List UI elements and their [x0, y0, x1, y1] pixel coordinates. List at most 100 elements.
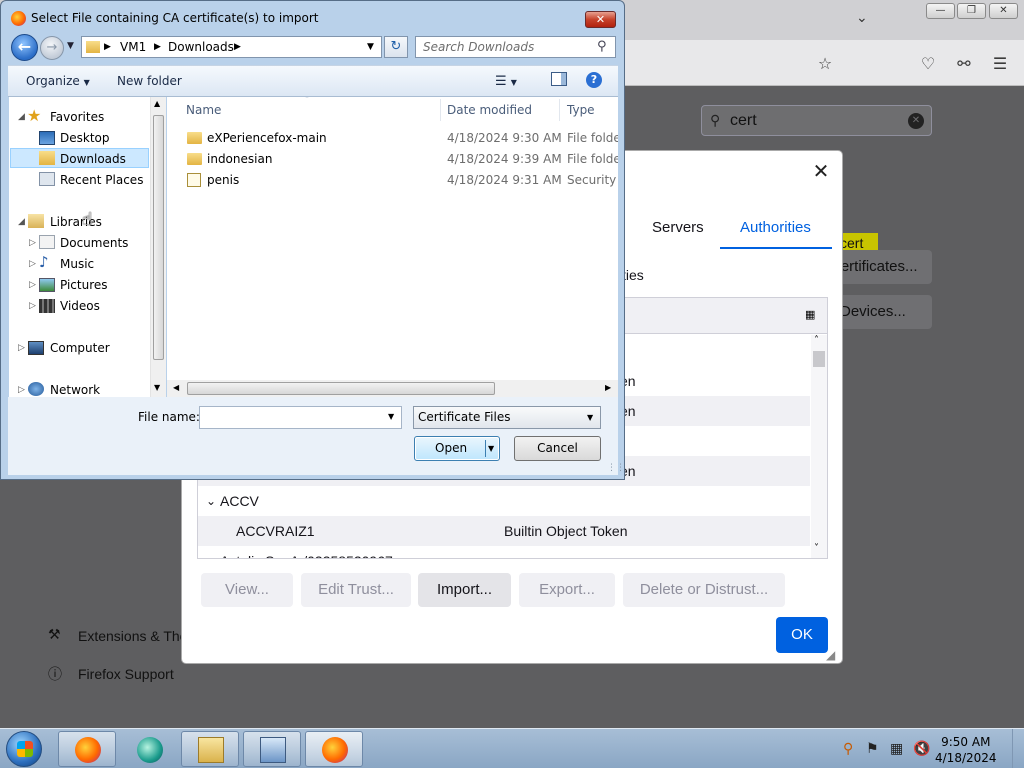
bookmark-star-icon[interactable]: ☆ — [815, 54, 835, 74]
taskbar-explorer-button[interactable] — [181, 731, 239, 767]
tree-scroll-thumb[interactable] — [813, 351, 825, 367]
edit-trust-button[interactable]: Edit Trust... — [301, 573, 411, 607]
taskbar-firefox-active-button[interactable] — [305, 731, 363, 767]
address-dropdown-icon[interactable]: ▼ — [367, 37, 374, 57]
breadcrumb-separator-icon[interactable]: ▶ — [104, 37, 111, 57]
column-divider[interactable] — [559, 99, 560, 121]
scroll-down-icon[interactable]: ▼ — [154, 383, 160, 392]
search-downloads-input[interactable]: Search Downloads ⚲ — [415, 36, 616, 58]
pocket-icon[interactable]: ♡ — [918, 54, 938, 74]
column-divider[interactable] — [440, 99, 441, 121]
tree-row[interactable]: ACCVRAIZ1 Builtin Object Token — [198, 516, 810, 546]
cert-manager-close-button[interactable]: ✕ — [810, 160, 832, 182]
file-type-dropdown-icon[interactable]: ▼ — [587, 407, 593, 428]
expand-network-icon[interactable]: ▷ — [18, 385, 25, 395]
nav-desktop[interactable]: Desktop — [60, 131, 110, 145]
scroll-left-icon[interactable]: ◀ — [173, 383, 179, 392]
forward-button[interactable]: → — [40, 36, 64, 60]
resize-grip-icon[interactable]: ◢ — [826, 648, 835, 662]
help-icon[interactable]: ? — [586, 72, 602, 88]
start-button[interactable] — [6, 731, 42, 767]
restore-button[interactable]: ❐ — [957, 3, 986, 19]
view-options-icon[interactable]: ☰ ▼ — [495, 74, 517, 89]
new-folder-button[interactable]: New folder — [117, 74, 182, 88]
preview-pane-icon[interactable] — [551, 72, 567, 86]
nav-documents[interactable]: Documents — [60, 236, 128, 250]
collapse-libraries-icon[interactable]: ◢ — [18, 217, 25, 227]
import-button[interactable]: Import... — [418, 573, 511, 607]
tab-authorities[interactable]: Authorities — [740, 219, 811, 236]
scroll-up-icon[interactable]: ▲ — [154, 99, 160, 108]
taskbar-app-button[interactable] — [120, 731, 178, 767]
file-list-hscrollbar[interactable]: ◀ ▶ — [167, 380, 618, 397]
nav-scroll-thumb[interactable] — [153, 115, 164, 360]
nav-videos[interactable]: Videos — [60, 299, 100, 313]
window-close-button[interactable]: ✕ — [989, 3, 1018, 19]
file-row[interactable]: penis 4/18/2024 9:31 AM Security C — [181, 172, 618, 190]
menu-icon[interactable]: ☰ — [990, 54, 1010, 74]
delete-distrust-button[interactable]: Delete or Distrust... — [623, 573, 785, 607]
tree-scrollbar[interactable]: ˄ ˅ — [811, 335, 827, 558]
extensions-icon[interactable]: ⚯ — [954, 54, 974, 74]
breadcrumb-separator-icon[interactable]: ▶ — [234, 37, 241, 57]
expand-music-icon[interactable]: ▷ — [29, 259, 36, 269]
nav-downloads[interactable]: Downloads — [60, 152, 126, 166]
address-bar[interactable]: ▶ VM1 ▶ Downloads ▶ ▼ — [81, 36, 382, 58]
nav-music[interactable]: Music — [60, 257, 94, 271]
ok-button[interactable]: OK — [776, 617, 828, 653]
search-tray-icon[interactable]: ⚲ — [843, 741, 853, 757]
breadcrumb-separator-icon[interactable]: ▶ — [154, 37, 161, 57]
expand-pictures-icon[interactable]: ▷ — [29, 280, 36, 290]
nav-scrollbar[interactable]: ▲ ▼ — [150, 97, 166, 397]
settings-search-input[interactable]: ⚲ cert ✕ — [701, 105, 932, 136]
hscroll-thumb[interactable] — [187, 382, 495, 395]
nav-computer[interactable]: Computer — [50, 341, 110, 355]
file-row[interactable]: indonesian 4/18/2024 9:39 AM File folder — [181, 151, 618, 169]
minimize-button[interactable]: — — [926, 3, 955, 19]
tree-group-row[interactable]: ⌄ Actalis S.p.A./03358520967 — [198, 546, 810, 558]
cancel-button[interactable]: Cancel — [514, 436, 601, 461]
clear-search-icon[interactable]: ✕ — [908, 113, 924, 129]
scroll-right-icon[interactable]: ▶ — [605, 383, 611, 392]
nav-network[interactable]: Network — [50, 383, 100, 397]
dialog-close-button[interactable]: ✕ — [585, 11, 616, 28]
expand-documents-icon[interactable]: ▷ — [29, 238, 36, 248]
expand-videos-icon[interactable]: ▷ — [29, 301, 36, 311]
nav-recent-places[interactable]: Recent Places — [60, 173, 143, 187]
file-name-dropdown-icon[interactable]: ▼ — [388, 412, 394, 421]
open-button[interactable]: Open ▼ — [414, 436, 500, 461]
action-center-flag-icon[interactable]: ⚑ — [866, 741, 879, 757]
chevron-down-icon[interactable]: ⌄ — [856, 10, 868, 26]
tree-group-row[interactable]: ⌄ ACCV — [198, 486, 810, 516]
volume-muted-icon[interactable]: 🔇 — [913, 741, 930, 757]
taskbar-firefox-button[interactable] — [58, 731, 116, 767]
file-name-input[interactable]: ▼ — [199, 406, 402, 429]
show-desktop-button[interactable] — [1012, 729, 1024, 768]
network-tray-icon[interactable]: ▦ — [890, 741, 903, 757]
system-clock[interactable]: 9:50 AM 4/18/2024 — [935, 734, 997, 766]
dialog-resize-grip-icon[interactable]: ⋮⋮ — [607, 463, 625, 473]
organize-button[interactable]: Organize ▼ — [26, 74, 90, 88]
column-header-name[interactable]: Name — [186, 103, 221, 117]
back-button[interactable]: ← — [11, 34, 38, 61]
nav-pictures[interactable]: Pictures — [60, 278, 108, 292]
scroll-up-icon[interactable]: ˄ — [814, 335, 819, 346]
taskbar-control-panel-button[interactable] — [243, 731, 301, 767]
tab-servers[interactable]: Servers — [652, 219, 704, 236]
nav-libraries[interactable]: Libraries — [50, 215, 102, 229]
recent-locations-icon[interactable]: ▼ — [67, 41, 74, 51]
view-button[interactable]: View... — [201, 573, 293, 607]
column-picker-icon[interactable]: ▦ — [805, 308, 815, 321]
breadcrumb-vm1[interactable]: VM1 — [120, 37, 146, 57]
file-type-select[interactable]: Certificate Files ▼ — [413, 406, 601, 429]
file-list[interactable]: ˄ Name Date modified Type eXPeriencefox-… — [167, 97, 618, 397]
open-dropdown-icon[interactable]: ▼ — [488, 437, 494, 460]
column-header-type[interactable]: Type — [567, 103, 595, 117]
collapse-favorites-icon[interactable]: ◢ — [18, 112, 25, 122]
scroll-down-icon[interactable]: ˅ — [814, 543, 819, 554]
file-row[interactable]: eXPeriencefox-main 4/18/2024 9:30 AM Fil… — [181, 130, 618, 148]
export-button[interactable]: Export... — [519, 573, 615, 607]
refresh-button[interactable]: ↻ — [384, 36, 408, 58]
expand-computer-icon[interactable]: ▷ — [18, 343, 25, 353]
column-header-date[interactable]: Date modified — [447, 103, 532, 117]
